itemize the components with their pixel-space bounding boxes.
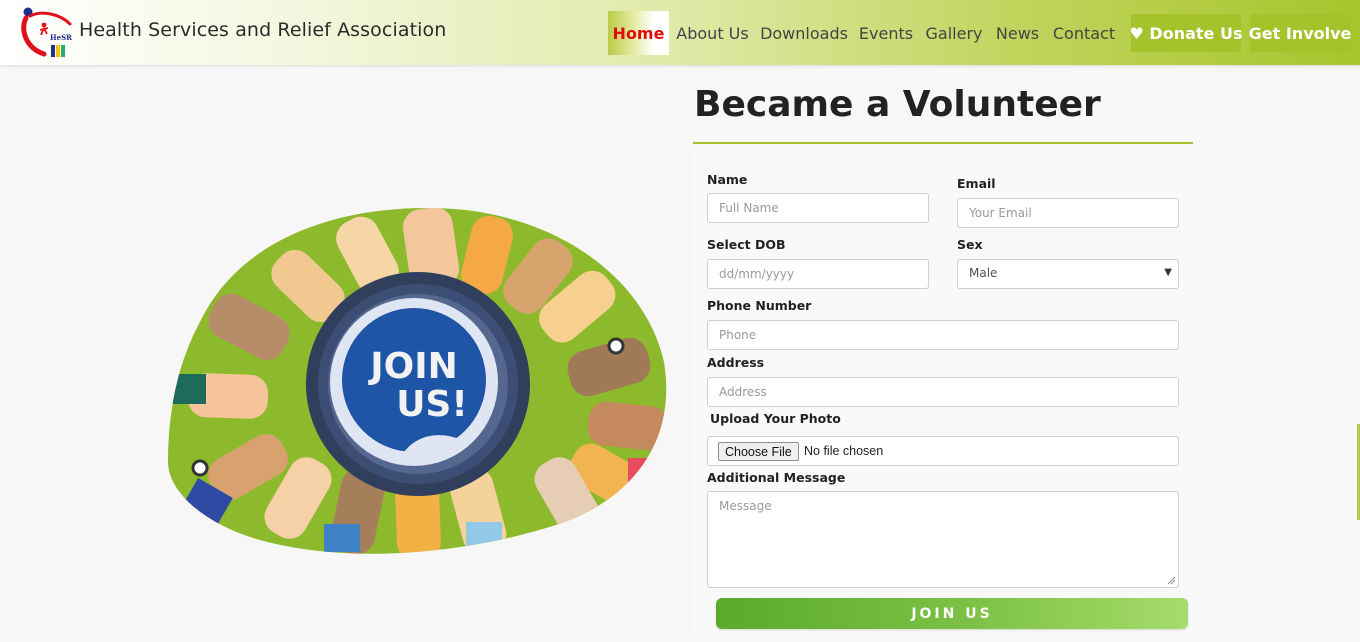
nav-contact[interactable]: Contact: [1049, 11, 1119, 55]
email-label: Email: [957, 176, 996, 191]
phone-label: Phone Number: [707, 298, 812, 313]
logo-text: HeSRA: [50, 33, 72, 42]
email-input[interactable]: [957, 198, 1179, 228]
sex-label: Sex: [957, 237, 983, 252]
name-input[interactable]: [707, 193, 929, 223]
photo-label: Upload Your Photo: [710, 411, 841, 426]
title-underline: [693, 142, 1193, 144]
dob-input[interactable]: [707, 259, 929, 289]
join-us-button[interactable]: JOIN US: [716, 598, 1188, 629]
nav-downloads[interactable]: Downloads: [758, 11, 850, 55]
nav-about-us[interactable]: About Us: [671, 11, 754, 55]
resize-handle-icon[interactable]: [1167, 576, 1176, 585]
address-input[interactable]: [707, 377, 1179, 407]
message-label: Additional Message: [707, 470, 846, 485]
name-label: Name: [707, 172, 748, 187]
sex-selected-value: Male: [969, 266, 998, 280]
nav-home[interactable]: Home: [608, 11, 669, 55]
site-title[interactable]: Health Services and Relief Association: [79, 19, 446, 41]
chevron-down-icon: ▼: [1164, 267, 1172, 278]
nav-gallery[interactable]: Gallery: [921, 11, 987, 55]
photo-upload: Choose File No file chosen: [707, 436, 1179, 466]
address-label: Address: [707, 355, 765, 370]
choose-file-button[interactable]: Choose File: [718, 442, 799, 461]
get-involve-button[interactable]: Get Involve: [1249, 14, 1351, 52]
page-title: Became a Volunteer: [694, 84, 1101, 125]
join-badge-line2: US!: [396, 384, 468, 425]
nav-news[interactable]: News: [993, 11, 1042, 55]
hesra-logo[interactable]: HeSRA: [20, 4, 72, 60]
nav-events[interactable]: Events: [856, 11, 916, 55]
file-status: No file chosen: [804, 444, 884, 458]
dob-label: Select DOB: [707, 237, 786, 252]
message-textarea[interactable]: Message: [707, 491, 1179, 588]
phone-input[interactable]: [707, 320, 1179, 350]
site-header: HeSRA Health Services and Relief Associa…: [0, 0, 1360, 65]
join-us-illustration: JOIN US!: [168, 207, 667, 554]
join-badge-line1: JOIN: [367, 346, 458, 387]
donate-button[interactable]: ♥ Donate Us: [1130, 14, 1242, 52]
message-placeholder: Message: [719, 499, 772, 513]
sex-select[interactable]: Male ▼: [957, 259, 1179, 289]
